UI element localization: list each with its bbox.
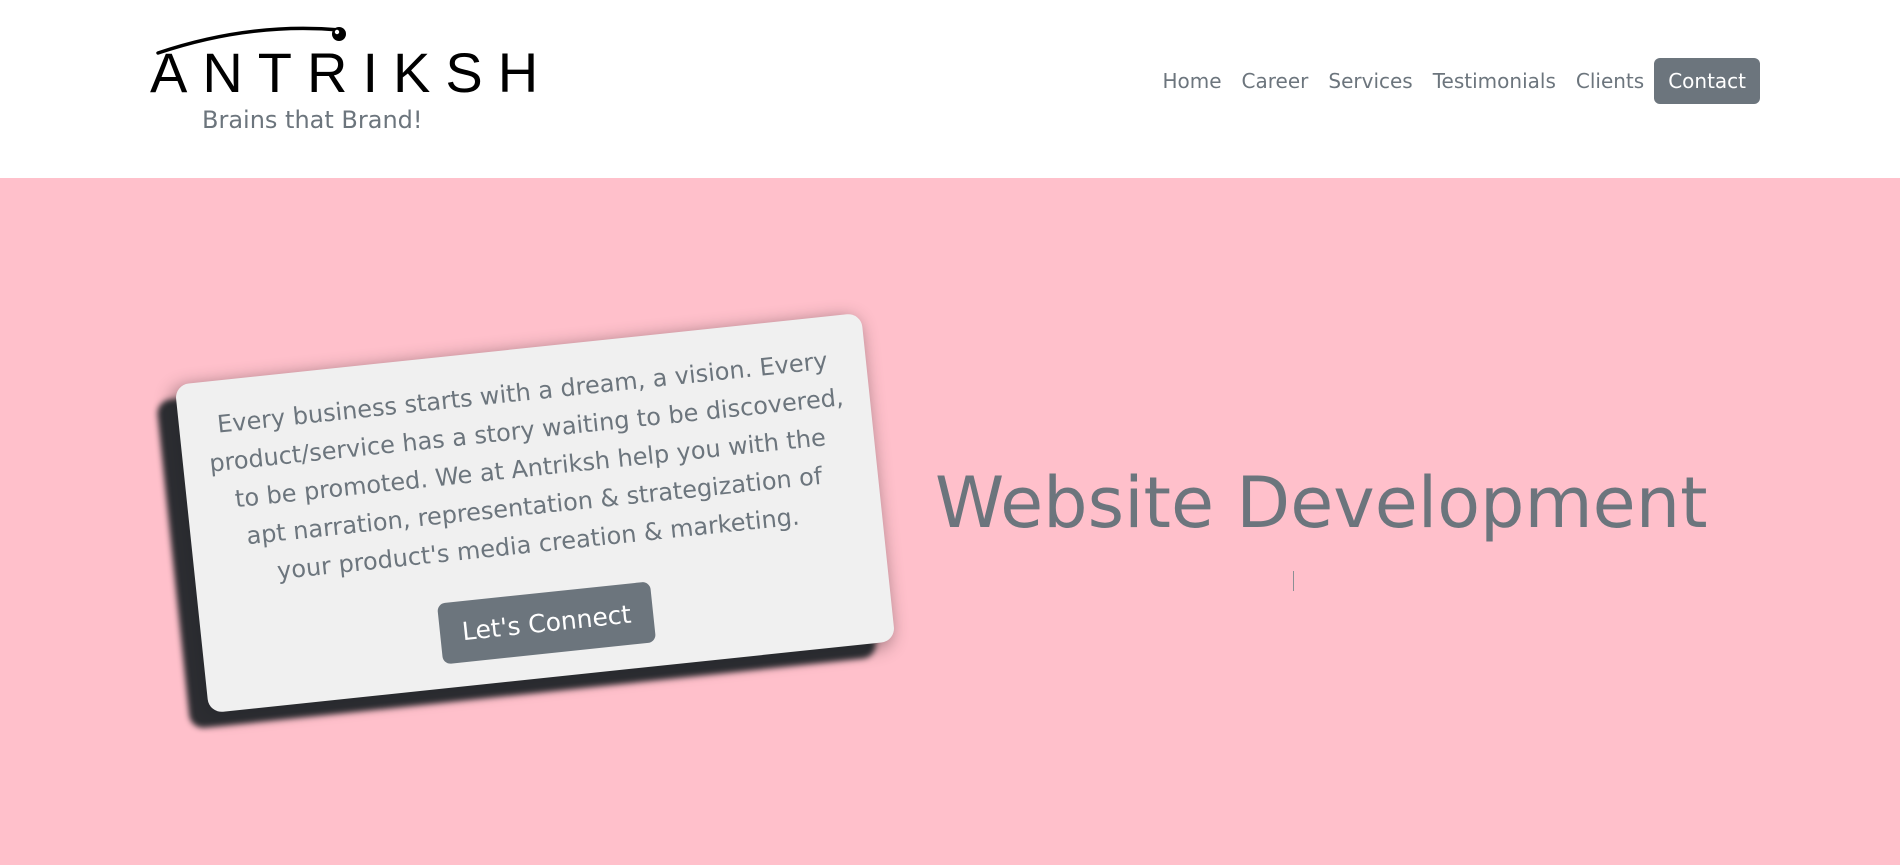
nav-testimonials[interactable]: Testimonials <box>1423 58 1566 104</box>
lets-connect-button[interactable]: Let's Connect <box>436 580 657 664</box>
typing-cursor <box>1293 571 1294 591</box>
site-header: ANTRIKSH Brains that Brand! Home Career … <box>0 0 1900 178</box>
intro-card: Every business starts with a dream, a vi… <box>174 312 896 714</box>
main-nav: Home Career Services Testimonials Client… <box>1152 58 1760 104</box>
nav-services[interactable]: Services <box>1318 58 1422 104</box>
page: ANTRIKSH Brains that Brand! Home Career … <box>0 0 1900 865</box>
hero-headline: Website Development <box>935 462 1708 544</box>
nav-home[interactable]: Home <box>1152 58 1231 104</box>
brand-tagline: Brains that Brand! <box>202 106 423 134</box>
nav-clients[interactable]: Clients <box>1566 58 1654 104</box>
hero-section: Every business starts with a dream, a vi… <box>0 178 1900 865</box>
intro-text: Every business starts with a dream, a vi… <box>207 346 845 585</box>
brand-logo[interactable]: ANTRIKSH Brains that Brand! <box>150 18 554 143</box>
nav-contact-button[interactable]: Contact <box>1654 58 1760 104</box>
brand-wordmark: ANTRIKSH <box>150 41 554 104</box>
nav-career[interactable]: Career <box>1232 58 1319 104</box>
